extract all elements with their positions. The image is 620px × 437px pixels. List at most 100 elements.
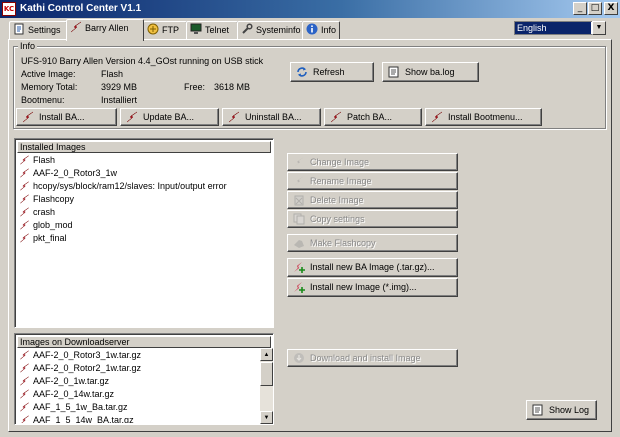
- memory-total-label: Memory Total:: [21, 82, 78, 92]
- tab-barry-allen[interactable]: Barry Allen: [66, 19, 144, 41]
- list-item-label: Flash: [33, 155, 56, 165]
- list-item-label: AAF-2_0_1w.tar.gz: [33, 376, 110, 386]
- installed-images-header: Installed Images: [17, 141, 271, 153]
- close-button[interactable]: X: [604, 2, 618, 15]
- list-item[interactable]: pkt_final: [16, 232, 272, 245]
- installed-images-list[interactable]: Installed Images Flash AAF-2_0_Rotor3_1w…: [14, 138, 274, 328]
- uninstall-ba-label: Uninstall BA...: [245, 112, 302, 122]
- app-icon: KC: [2, 2, 16, 16]
- update-ba-label: Update BA...: [143, 112, 195, 122]
- install-new-ba-image-button[interactable]: Install new BA Image (.tar.gz)...: [287, 258, 458, 277]
- tab-telnet-label: Telnet: [205, 25, 230, 35]
- language-select[interactable]: English ▼: [514, 21, 606, 35]
- scrollbar[interactable]: ▲ ▼: [260, 348, 273, 424]
- list-item[interactable]: Flashcopy: [16, 193, 272, 206]
- install-ba-button[interactable]: Install BA...: [16, 108, 117, 126]
- bootmenu-value: Installiert: [101, 95, 138, 105]
- download-images-list[interactable]: Images on Downloadserver AAF-2_0_Rotor3_…: [14, 333, 274, 425]
- tab-ftp-label: FTP: [162, 25, 179, 35]
- change-image-label: Change Image: [310, 157, 370, 167]
- list-item-label: AAF-2_0_Rotor2_1w.tar.gz: [33, 363, 142, 373]
- list-item[interactable]: crash: [16, 206, 272, 219]
- download-install-label: Download and install Image: [310, 353, 421, 363]
- download-images-rows: AAF-2_0_Rotor3_1w.tar.gz AAF-2_0_Rotor2_…: [16, 349, 259, 423]
- flashcopy-icon: [294, 240, 304, 248]
- scroll-down-button[interactable]: ▼: [260, 411, 273, 424]
- change-image-button[interactable]: Change Image: [287, 153, 458, 171]
- maximize-button[interactable]: □: [588, 2, 602, 15]
- tab-info[interactable]: Info: [302, 21, 340, 40]
- list-item[interactable]: Flash: [16, 154, 272, 167]
- list-item[interactable]: hcopy/sys/block/ram12/slaves: Input/outp…: [16, 180, 272, 193]
- free-value: 3618 MB: [214, 82, 251, 92]
- list-item-label: Flashcopy: [33, 194, 75, 204]
- monitor-icon: [190, 23, 202, 34]
- flash-icon: [21, 415, 29, 423]
- scroll-thumb[interactable]: [260, 362, 273, 386]
- title-bar[interactable]: KC Kathi Control Center V1.1 _ □ X: [0, 0, 620, 18]
- tab-systeminfo[interactable]: Systeminfo: [237, 21, 303, 40]
- flash-icon: [20, 207, 29, 217]
- update-ba-button[interactable]: Update BA...: [120, 108, 219, 126]
- tab-ftp[interactable]: FTP: [143, 21, 187, 40]
- delete-image-label: Delete Image: [310, 195, 364, 205]
- list-item[interactable]: AAF-2_0_14w.tar.gz: [16, 388, 259, 401]
- flash-icon: [20, 389, 29, 399]
- install-new-image-button[interactable]: Install new Image (*.img)...: [287, 278, 458, 297]
- delete-icon: [294, 195, 304, 206]
- tab-info-label: Info: [321, 25, 337, 35]
- list-item-label: AAF-2_0_14w.tar.gz: [33, 389, 115, 399]
- flash-icon: [20, 155, 29, 165]
- free-label: Free:: [184, 82, 206, 92]
- flash-icon: [20, 363, 29, 373]
- flash-icon: [20, 194, 29, 204]
- scroll-up-button[interactable]: ▲: [260, 348, 273, 361]
- list-item[interactable]: AAF_1_5_1w_Ba.tar.gz: [16, 401, 259, 414]
- install-new-image-label: Install new Image (*.img)...: [310, 282, 417, 292]
- list-item[interactable]: AAF-2_0_Rotor3_1w: [16, 167, 272, 180]
- uninstall-ba-button[interactable]: Uninstall BA...: [222, 108, 321, 126]
- list-item[interactable]: AAF_1_5_14w_BA.tar.gz: [16, 414, 259, 423]
- list-item-label: AAF-2_0_Rotor3_1w: [33, 168, 118, 178]
- flash-icon: [294, 157, 304, 167]
- tab-settings[interactable]: Settings: [9, 21, 67, 40]
- make-flashcopy-button[interactable]: Make Flashcopy: [287, 234, 458, 252]
- tab-telnet[interactable]: Telnet: [186, 21, 238, 40]
- language-value: English: [515, 22, 591, 34]
- log-icon: [532, 404, 543, 416]
- rename-image-button[interactable]: Rename Image: [287, 172, 458, 190]
- rename-image-label: Rename Image: [310, 176, 372, 186]
- list-item[interactable]: AAF-2_0_1w.tar.gz: [16, 375, 259, 388]
- list-item-label: crash: [33, 207, 56, 217]
- list-item-label: AAF-2_0_Rotor3_1w.tar.gz: [33, 350, 142, 360]
- flash-icon: [126, 111, 138, 123]
- list-item[interactable]: AAF-2_0_Rotor3_1w.tar.gz: [16, 349, 259, 362]
- flash-icon: [431, 111, 443, 123]
- show-balog-button-label: Show ba.log: [405, 67, 455, 77]
- show-log-label: Show Log: [549, 405, 590, 415]
- active-image-value: Flash: [101, 69, 124, 79]
- list-item[interactable]: AAF-2_0_Rotor2_1w.tar.gz: [16, 362, 259, 375]
- list-item-label: AAF_1_5_1w_Ba.tar.gz: [33, 402, 128, 412]
- flash-icon: [20, 181, 29, 191]
- flash-icon: [70, 21, 82, 33]
- tab-settings-label: Settings: [28, 25, 61, 35]
- minimize-button[interactable]: _: [573, 2, 587, 15]
- rename-icon: [294, 176, 304, 186]
- install-bootmenu-button[interactable]: Install Bootmenu...: [425, 108, 542, 126]
- make-flashcopy-label: Make Flashcopy: [310, 238, 376, 248]
- list-item[interactable]: glob_mod: [16, 219, 272, 232]
- flash-icon: [330, 111, 342, 123]
- show-balog-button[interactable]: Show ba.log: [382, 62, 479, 82]
- copy-settings-button[interactable]: Copy settings: [287, 210, 458, 228]
- show-log-button[interactable]: Show Log: [526, 400, 597, 420]
- delete-image-button[interactable]: Delete Image: [287, 191, 458, 209]
- tab-systeminfo-label: Systeminfo: [256, 25, 301, 35]
- chevron-down-icon[interactable]: ▼: [592, 21, 606, 35]
- info-legend: Info: [18, 41, 38, 51]
- copy-settings-label: Copy settings: [310, 214, 365, 224]
- download-install-button[interactable]: Download and install Image: [287, 349, 458, 367]
- refresh-button[interactable]: Refresh: [290, 62, 374, 82]
- refresh-icon: [297, 67, 307, 77]
- patch-ba-button[interactable]: Patch BA...: [324, 108, 422, 126]
